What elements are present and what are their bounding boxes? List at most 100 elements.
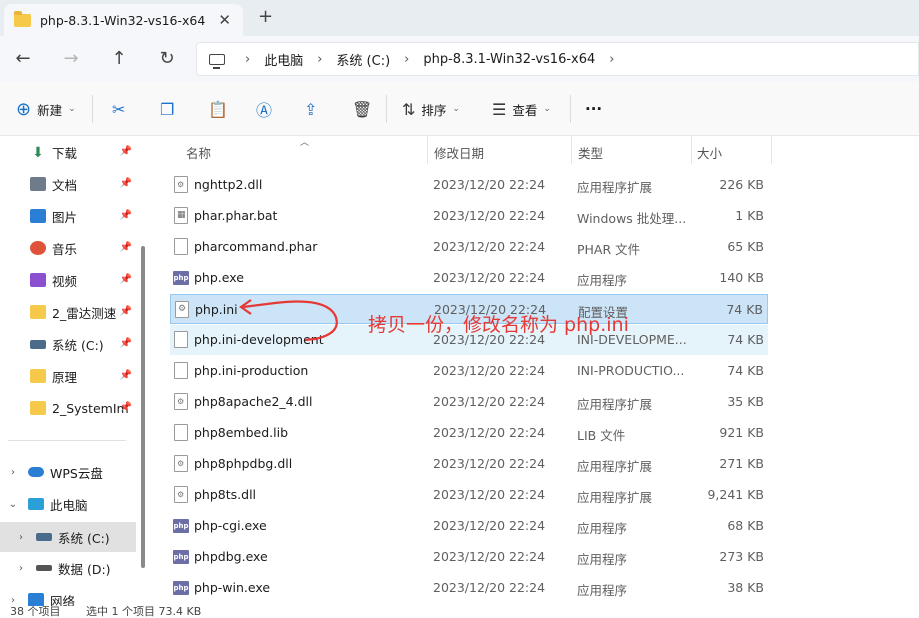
file-size: 140 KB [719,270,764,285]
breadcrumb-separator[interactable]: › [609,52,614,67]
annotation-text: 拷贝一份，修改名称为 php.ini [368,314,629,336]
back-button[interactable]: ← [10,46,36,72]
breadcrumb-separator[interactable]: › [404,52,409,67]
php-icon: php [173,581,189,595]
new-tab-button[interactable]: + [258,6,273,27]
dll-file-icon [174,176,188,193]
file-size: 1 KB [735,208,764,223]
file-row[interactable]: php8apache2_4.dll 2023/12/20 22:24 应用程序扩展 3… [170,387,768,417]
tab-current-folder[interactable]: php-8.3.1-Win32-vs16-x64 ✕ [4,4,243,36]
pin-icon[interactable]: 📌 [120,146,132,157]
file-row[interactable]: php.ini-production 2023/12/20 22:24 INI-PR… [170,356,768,386]
sidebar-item-label: WPS云盘 [50,465,103,481]
sidebar-item-videos[interactable]: 视频 📌 [0,266,136,294]
refresh-button[interactable]: ↻ [154,46,180,72]
status-bar: 38 个项目 选中 1 个项目 73.4 KB [0,606,919,618]
paste-button[interactable]: 📋 [208,99,228,119]
breadcrumb-drive-c[interactable]: 系统 (C:) [336,50,390,69]
file-row[interactable]: php8phpdbg.dll 2023/12/20 22:24 应用程序扩展 271 … [170,449,768,479]
tab-title: php-8.3.1-Win32-vs16-x64 [40,12,206,28]
up-button[interactable]: ↑ [106,46,132,72]
column-divider[interactable] [771,136,772,164]
rename-button[interactable]: Ⓐ [256,99,272,120]
column-divider[interactable] [691,136,692,164]
address-bar[interactable]: › 此电脑 › 系统 (C:) › php-8.3.1-Win32-vs16-x… [196,42,919,76]
sidebar-item-this-pc[interactable]: ⌄ 此电脑 [0,490,136,518]
file-row[interactable]: php8embed.lib 2023/12/20 22:24 LIB 文件 921 K… [170,418,768,448]
file-row[interactable]: nghttp2.dll 2023/12/20 22:24 应用程序扩展 226 KB [170,170,768,200]
column-divider[interactable] [571,136,572,164]
sidebar-item-label: 图片 [52,209,78,225]
plus-icon: ⊕ [16,98,32,120]
chevron-right-icon[interactable]: › [16,563,26,574]
file-row[interactable]: phar.phar.bat 2023/12/20 22:24 Windows 批处理… [170,201,768,231]
view-button[interactable]: ☰ 查看 ⌄ [492,99,551,119]
sidebar-item-principle-folder[interactable]: 原理 📌 [0,362,136,390]
sidebar-item-tree-drive-c[interactable]: › 系统 (C:) [0,522,136,552]
column-header-type[interactable]: 类型 [578,143,603,162]
sort-ascending-icon: ︿ [300,138,310,148]
forward-button[interactable]: → [58,46,84,72]
sidebar-item-network[interactable]: › 网络 [0,586,136,606]
file-row[interactable]: php php.exe 2023/12/20 22:24 应用程序 140 KB [170,263,768,293]
more-options-button[interactable]: ··· [585,99,602,119]
file-row[interactable]: pharcommand.phar 2023/12/20 22:24 PHAR 文件 6… [170,232,768,262]
breadcrumb-php-folder[interactable]: php-8.3.1-Win32-vs16-x64 [423,52,595,67]
breadcrumb-separator[interactable]: › [245,52,250,67]
pin-icon[interactable]: 📌 [120,306,132,317]
chevron-right-icon[interactable]: › [16,532,26,543]
copy-button[interactable]: ❐ [160,99,174,119]
pin-icon[interactable]: 📌 [120,338,132,349]
file-name: phpdbg.exe [194,549,268,564]
pin-icon[interactable]: 📌 [120,210,132,221]
sidebar-item-radar-folder[interactable]: 2_雷达测速 📌 [0,298,136,326]
selection-info: 选中 1 个项目 73.4 KB [86,606,202,618]
sidebar-item-music[interactable]: 音乐 📌 [0,234,136,262]
drive-icon [36,533,52,541]
tab-strip: php-8.3.1-Win32-vs16-x64 ✕ + [0,0,919,36]
sort-icon: ⇅ [402,99,416,119]
column-divider[interactable] [427,136,428,164]
file-row[interactable]: php8ts.dll 2023/12/20 22:24 应用程序扩展 9,241 KB [170,480,768,510]
pin-icon[interactable]: 📌 [120,274,132,285]
file-row[interactable]: php phpdbg.exe 2023/12/20 22:24 应用程序 273 KB [170,542,768,572]
breadcrumb-this-pc[interactable]: 此电脑 [264,50,303,69]
column-header-size[interactable]: 大小 [697,143,722,162]
sidebar-scrollbar[interactable] [141,246,145,568]
sidebar-item-documents[interactable]: 文档 📌 [0,170,136,198]
file-date: 2023/12/20 22:24 [433,177,546,192]
sidebar-item-drive-d[interactable]: › 数据 (D:) [0,554,136,582]
cut-button[interactable]: ✂ [112,99,125,119]
file-size: 35 KB [727,394,764,409]
file-row[interactable]: php php-cgi.exe 2023/12/20 22:24 应用程序 68 KB [170,511,768,541]
music-icon [30,241,46,255]
close-tab-icon[interactable]: ✕ [218,11,231,29]
sidebar-item-pictures[interactable]: 图片 📌 [0,202,136,230]
pin-icon[interactable]: 📌 [120,370,132,381]
settings-file-icon [175,301,189,318]
pin-icon[interactable]: 📌 [120,242,132,253]
chevron-down-icon[interactable]: ⌄ [8,499,18,510]
sort-button[interactable]: ⇅ 排序 ⌄ [402,99,460,119]
sidebar-item-drive-c[interactable]: 系统 (C:) 📌 [0,330,136,358]
pin-icon[interactable]: 📌 [120,178,132,189]
sidebar-item-wps-cloud[interactable]: › WPS云盘 [0,458,136,486]
column-header-name[interactable]: 名称 [186,143,211,162]
breadcrumb-separator[interactable]: › [317,52,322,67]
sidebar-item-downloads[interactable]: ⬇ 下载 📌 [0,138,136,166]
new-button[interactable]: ⊕ 新建 ⌄ [16,98,76,120]
sidebar-item-systemim-folder[interactable]: 2_SystemIm 📌 [0,394,136,422]
chevron-right-icon[interactable]: › [8,595,18,606]
delete-button[interactable]: 🗑 [352,99,372,119]
cut-icon: ✂ [112,99,126,119]
sidebar-divider [8,440,126,441]
file-name: php8embed.lib [194,425,289,440]
share-button[interactable]: ⇪ [304,99,317,119]
pin-icon[interactable]: 📌 [120,402,132,413]
file-name: php8ts.dll [194,487,257,502]
file-name: php8apache2_4.dll [194,394,313,409]
file-row[interactable]: php php-win.exe 2023/12/20 22:24 应用程序 38 KB [170,573,768,603]
chevron-right-icon[interactable]: › [8,467,18,478]
column-header-row: ︿ 名称 修改日期 类型 大小 [150,136,772,164]
column-header-date[interactable]: 修改日期 [434,143,484,162]
